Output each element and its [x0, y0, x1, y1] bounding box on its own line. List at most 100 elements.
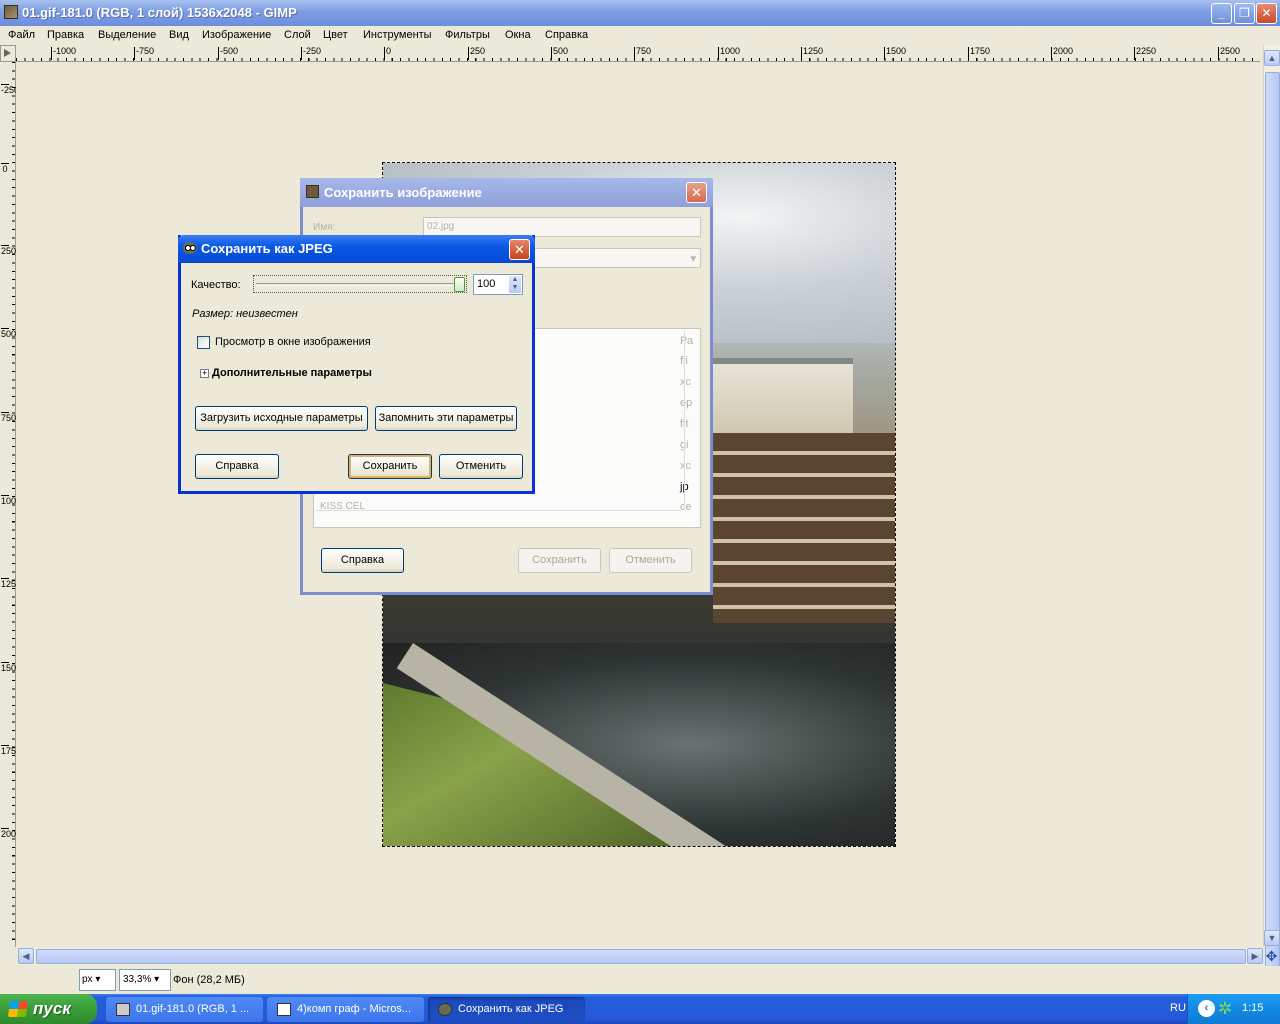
save-dialog-save-button[interactable]: Сохранить	[518, 548, 601, 573]
taskbar: пуск 01.gif-181.0 (RGB, 1 ... 4)комп гра…	[0, 994, 1280, 1024]
gimp-app-icon	[116, 1003, 130, 1016]
zoom-select[interactable]: 33,3% ▾	[119, 969, 171, 991]
horizontal-scroll-thumb[interactable]	[36, 949, 1246, 964]
ruler-v-label: 750	[1, 412, 17, 423]
chevron-down-icon: ▾	[154, 974, 160, 985]
menu-image[interactable]: Изображение	[202, 29, 271, 41]
save-defaults-button[interactable]: Запомнить эти параметры	[375, 406, 517, 431]
jpeg-dialog-close-button[interactable]: ✕	[509, 239, 530, 260]
task-gimp[interactable]: 01.gif-181.0 (RGB, 1 ...	[106, 997, 263, 1022]
quality-label: Качество:	[191, 279, 241, 291]
ruler-v-label: 0	[1, 163, 9, 174]
ruler-h-label: -250	[301, 47, 321, 60]
zoom-value: 33,3%	[123, 974, 152, 985]
name-label: Имя:	[313, 222, 336, 233]
task-jpeg-dialog[interactable]: Сохранить как JPEG	[428, 997, 585, 1022]
menu-select[interactable]: Выделение	[98, 29, 156, 41]
ruler-v-label: 2000	[1, 828, 22, 839]
start-label: пуск	[33, 999, 71, 1018]
menu-help[interactable]: Справка	[545, 29, 588, 41]
ruler-h-label: 1000	[718, 47, 740, 60]
gimp-mascot-icon	[183, 242, 197, 254]
ruler-h-label: 1250	[801, 47, 823, 60]
spin-arrows-icon[interactable]: ▲ ▼	[509, 276, 521, 293]
preview-checkbox[interactable]	[197, 336, 210, 349]
menubar: Файл Правка Выделение Вид Изображение Сл…	[0, 26, 1280, 45]
name-input[interactable]: 02.jpg	[423, 217, 701, 237]
ruler-h-label: 2500	[1218, 47, 1240, 60]
language-indicator[interactable]: RU	[1170, 1002, 1186, 1014]
maximize-button[interactable]: ❐	[1234, 3, 1255, 24]
ruler-h-label: 2250	[1134, 47, 1156, 60]
preview-label[interactable]: Просмотр в окне изображения	[215, 336, 371, 348]
menu-file[interactable]: Файл	[8, 29, 35, 41]
save-dialog-close-button[interactable]: ✕	[686, 182, 707, 203]
gimp-app-icon	[4, 5, 18, 19]
close-button[interactable]: ✕	[1256, 3, 1277, 24]
size-info: Размер: неизвестен	[192, 308, 298, 320]
jpeg-save-button[interactable]: Сохранить	[348, 454, 432, 479]
menu-windows[interactable]: Окна	[505, 29, 531, 41]
jpeg-dialog-titlebar: Сохранить как JPEG ✕	[178, 235, 535, 263]
scroll-left-arrow-icon[interactable]: ◀	[18, 948, 34, 964]
windows-flag-icon	[7, 1001, 29, 1017]
clock[interactable]: 1:15	[1242, 1002, 1263, 1014]
task-word[interactable]: 4)комп граф - Micros...	[267, 997, 424, 1022]
vertical-scroll-thumb[interactable]	[1265, 72, 1280, 972]
save-dialog-help-button[interactable]: Справка	[321, 548, 404, 573]
quality-slider-knob[interactable]	[454, 277, 465, 292]
ruler-h-label: 1750	[968, 47, 990, 60]
photo-cascade	[713, 433, 895, 623]
start-button[interactable]: пуск	[0, 994, 97, 1024]
statusbar: px ▾ 33,3% ▾ Фон (28,2 МБ)	[0, 966, 1280, 994]
vertical-scrollbar[interactable]: ▲ ▼	[1263, 45, 1280, 972]
list-vscroll[interactable]	[684, 331, 700, 509]
task-label: Сохранить как JPEG	[458, 1003, 564, 1015]
menu-tools[interactable]: Инструменты	[363, 29, 432, 41]
network-icon[interactable]: ✲	[1218, 999, 1232, 1019]
menu-edit[interactable]: Правка	[47, 29, 84, 41]
ruler-v-label: 1000	[1, 495, 22, 506]
scroll-down-arrow-icon[interactable]: ▼	[1264, 930, 1280, 946]
ruler-v-label: 500	[1, 328, 17, 339]
unit-value: px	[82, 974, 93, 985]
menu-layer[interactable]: Слой	[284, 29, 311, 41]
ruler-v-label: 1500	[1, 662, 22, 673]
unit-select[interactable]: px ▾	[79, 969, 116, 991]
navigate-icon[interactable]: ✥	[1263, 948, 1280, 965]
ruler-h-label: 2000	[1051, 47, 1073, 60]
ruler-h-label: 500	[551, 47, 568, 60]
chevron-down-icon: ▾	[95, 974, 101, 985]
menu-arrow-icon	[4, 49, 11, 57]
ruler-v-label: 250	[1, 245, 17, 256]
tray-expand-icon[interactable]: ‹	[1198, 1000, 1215, 1017]
chevron-down-icon: ▾	[690, 253, 696, 265]
menu-filters[interactable]: Фильтры	[445, 29, 490, 41]
save-dialog-title: Сохранить изображение	[324, 185, 482, 200]
window-titlebar: 01.gif-181.0 (RGB, 1 слой) 1536x2048 - G…	[0, 0, 1280, 26]
ruler-corner-menu-arrow[interactable]	[0, 45, 16, 62]
ruler-h-label: -750	[134, 47, 154, 60]
vertical-ruler[interactable]: -250 0 250 500 750 1000 1250 1500 1750 2…	[0, 62, 22, 947]
ruler-h-label: -1000	[51, 47, 76, 60]
menu-colors[interactable]: Цвет	[323, 29, 348, 41]
horizontal-ruler[interactable]: -1000 -750 -500 -250 0 250 500 750 1000 …	[16, 45, 1260, 62]
window-title: 01.gif-181.0 (RGB, 1 слой) 1536x2048 - G…	[22, 5, 297, 20]
jpeg-cancel-button[interactable]: Отменить	[439, 454, 523, 479]
jpeg-help-button[interactable]: Справка	[195, 454, 279, 479]
menu-view[interactable]: Вид	[169, 29, 189, 41]
word-doc-icon	[277, 1003, 291, 1016]
minimize-button[interactable]: _	[1211, 3, 1232, 24]
quality-slider[interactable]	[253, 275, 467, 293]
horizontal-scrollbar[interactable]: ◀ ▶	[18, 948, 1263, 965]
ruler-v-label: 1250	[1, 578, 22, 589]
quality-spinbox[interactable]: 100 ▲ ▼	[473, 274, 523, 295]
load-defaults-button[interactable]: Загрузить исходные параметры	[195, 406, 368, 431]
scroll-up-arrow-icon[interactable]: ▲	[1264, 50, 1280, 66]
save-dialog-cancel-button[interactable]: Отменить	[609, 548, 692, 573]
list-hscroll[interactable]	[316, 510, 681, 526]
expand-plus-icon[interactable]: +	[200, 369, 209, 378]
layer-status: Фон (28,2 МБ)	[173, 974, 245, 986]
scroll-right-arrow-icon[interactable]: ▶	[1247, 948, 1263, 964]
advanced-options-label[interactable]: Дополнительные параметры	[212, 367, 372, 379]
